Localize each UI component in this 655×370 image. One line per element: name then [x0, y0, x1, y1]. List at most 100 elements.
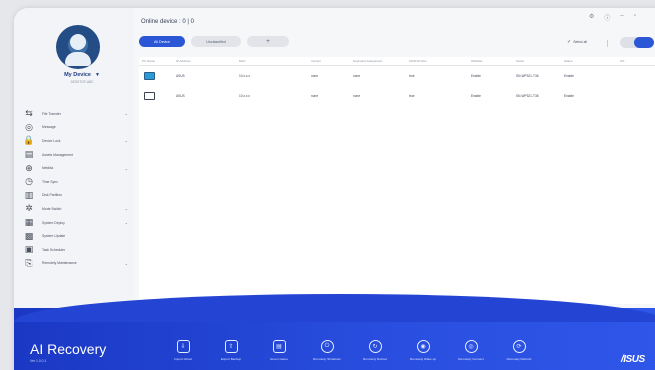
column-header[interactable]: CD/DVD Rec	[409, 59, 471, 63]
sidebar-item-mode-switch[interactable]: ✲ Mode Switch ⌄	[24, 202, 136, 216]
sidebar-item-netdisk[interactable]: ⊕ Netdisk ⌄	[24, 161, 136, 175]
game-button[interactable]: ▤ Green Game	[255, 340, 303, 361]
brand-version: Ver 1.0.0.1	[30, 359, 47, 363]
chevron-down-icon[interactable]: ⌄	[125, 220, 128, 225]
sidebar-item-label: Assets Management	[42, 152, 73, 157]
reboot-icon: ↻	[368, 340, 382, 353]
select-all-label: Select all	[573, 40, 587, 44]
sidebar-item-label: Disk Partition	[42, 193, 62, 198]
table-cell: none	[353, 74, 361, 78]
sidebar-item-label: Message	[42, 125, 56, 130]
chevron-down-icon[interactable]: ⌄	[125, 138, 128, 143]
toggle-on-indicator	[634, 37, 654, 48]
action-label: Remotely Refresh	[506, 357, 532, 361]
file-transfer-icon: ⇆	[25, 108, 33, 119]
scheduler-icon: ▣	[24, 244, 34, 255]
column-header[interactable]: IP Address	[176, 59, 239, 63]
close-icon[interactable]: ▫	[634, 13, 636, 22]
tab-bar: All Device Unclassified +	[139, 36, 289, 47]
action-label: Remotely Connect	[458, 357, 484, 361]
chevron-down-icon[interactable]: ⌄	[125, 261, 128, 266]
shutdown-button[interactable]: ⏻ Remotely Shutdown	[303, 340, 351, 361]
export-icon: ⇧	[224, 340, 238, 353]
sidebar-item-label: Netdisk	[42, 166, 54, 171]
export-button[interactable]: ⇧ Export Backup	[207, 340, 255, 361]
add-tab-button[interactable]: +	[247, 36, 289, 47]
caret-down-icon[interactable]: ▼	[95, 72, 100, 78]
table-cell: Enable	[471, 74, 481, 78]
chevron-down-icon[interactable]: ⌄	[125, 206, 128, 211]
column-header[interactable]: OS	[620, 59, 655, 63]
action-label: Green Game	[270, 357, 288, 361]
sidebar-item-system-update[interactable]: ▩ System Update	[24, 229, 136, 243]
sidebar-item-message[interactable]: ◎ Message	[24, 121, 136, 135]
table-cell: SN-WP321-T36	[516, 94, 539, 98]
sidebar-item-label: Task Scheduler	[42, 247, 66, 252]
table-cell: ASUS	[176, 74, 185, 78]
message-icon: ◎	[25, 121, 33, 132]
page-title: Online device : 0 | 0	[141, 19, 194, 25]
chevron-down-icon[interactable]: ⌄	[125, 166, 128, 171]
view-toggle[interactable]	[620, 37, 654, 48]
system-icon: ▦	[24, 217, 34, 228]
device-name-label: My Device	[64, 72, 91, 78]
table-cell: Enable	[471, 94, 481, 98]
sidebar-item-time-sync[interactable]: ◷ Time Sync	[24, 175, 136, 189]
table-cell: none	[311, 94, 319, 98]
sidebar-item-label: Time Sync	[42, 179, 58, 184]
table-row[interactable]: ASUS 10.x.x.x none none true Enable SN-WP321-T…	[139, 66, 655, 86]
device-name-selector[interactable]: My Device ▼	[42, 72, 122, 78]
import-button[interactable]: ⇩ Import Ghost	[159, 340, 207, 361]
import-icon: ⇩	[176, 340, 190, 353]
assets-icon: ▤	[24, 149, 34, 160]
sidebar-item-system-deploy[interactable]: ▦ System Deploy ⌄	[24, 216, 136, 230]
chevron-down-icon[interactable]: ⌄	[125, 111, 128, 116]
monitor-icon	[144, 72, 155, 80]
column-header[interactable]: Serial	[516, 59, 564, 63]
column-header[interactable]: Version	[311, 59, 353, 63]
help-icon[interactable]: ⓘ	[604, 13, 610, 22]
sidebar-item-label: Mode Switch	[42, 206, 62, 211]
avatar-icon[interactable]	[56, 25, 100, 69]
sidebar-item-file-transfer[interactable]: ⇆ File Transfer ⌄	[24, 107, 136, 121]
reboot-button[interactable]: ↻ Remotely Reboot	[351, 340, 399, 361]
shutdown-icon: ⏻	[320, 340, 334, 353]
column-header[interactable]: PC Name	[139, 59, 176, 63]
sidebar-item-label: Device Lock	[42, 138, 61, 143]
table-row[interactable]: ASUS 10.x.x.x none none true Enable SN-WP321-T…	[139, 86, 655, 106]
refresh-button[interactable]: ⟳ Remotely Refresh	[495, 340, 543, 361]
sidebar-item-task-scheduler[interactable]: ▣ Task Scheduler	[24, 243, 136, 257]
lock-icon: 🔒	[23, 135, 35, 146]
sidebar: My Device ▼ DESKTOP-ABC ⇆ File Transfer ⌄ ◎ M…	[14, 8, 134, 308]
action-label: Remotely Reboot	[363, 357, 387, 361]
column-header[interactable]: Status	[564, 59, 620, 63]
sidebar-item-disk-partition[interactable]: ▥ Disk Partition	[24, 189, 136, 203]
gear-icon[interactable]: ⚙	[589, 13, 594, 22]
wake-icon: ◉	[416, 340, 430, 353]
brand-title: AI Recovery	[30, 341, 107, 357]
app-window: My Device ▼ DESKTOP-ABC ⇆ File Transfer ⌄ ◎ M…	[14, 8, 655, 370]
refresh-icon: ⟳	[512, 340, 526, 353]
sidebar-item-remotely-maintenance[interactable]: ⎘ Remotely Maintenance ⌄	[24, 257, 136, 271]
table-cell: SN-WP321-T36	[516, 74, 539, 78]
select-all-checkbox[interactable]: ✓ Select all	[567, 39, 587, 45]
minimize-icon[interactable]: –	[620, 13, 623, 22]
tab-all-device[interactable]: All Device	[139, 36, 185, 47]
table-cell: true	[409, 74, 415, 78]
column-header[interactable]: MAC	[239, 59, 311, 63]
update-icon: ▩	[24, 230, 34, 241]
table-cell: none	[353, 94, 361, 98]
sidebar-item-assets-management[interactable]: ▤ Assets Management	[24, 148, 136, 162]
table-cell: ASUS	[176, 94, 185, 98]
sidebar-item-device-lock[interactable]: 🔒 Device Lock ⌄	[23, 134, 136, 148]
action-label: Export Backup	[220, 357, 242, 361]
action-label: Remotely Shutdown	[313, 357, 341, 361]
tab-unclassified[interactable]: Unclassified	[191, 36, 241, 47]
wake-button[interactable]: ◉ Remotely Wake up	[399, 340, 447, 361]
column-header[interactable]: Keyboard Assignment	[353, 59, 409, 63]
connect-icon: ◎	[464, 340, 478, 353]
connect-button[interactable]: ◎ Remotely Connect	[447, 340, 495, 361]
switch-icon: ✲	[25, 203, 33, 214]
action-toolbar: ⇩ Import Ghost ⇧ Export Backup ▤ Green Game ⏻ R…	[159, 340, 543, 361]
column-header[interactable]: Whitelist	[471, 59, 516, 63]
